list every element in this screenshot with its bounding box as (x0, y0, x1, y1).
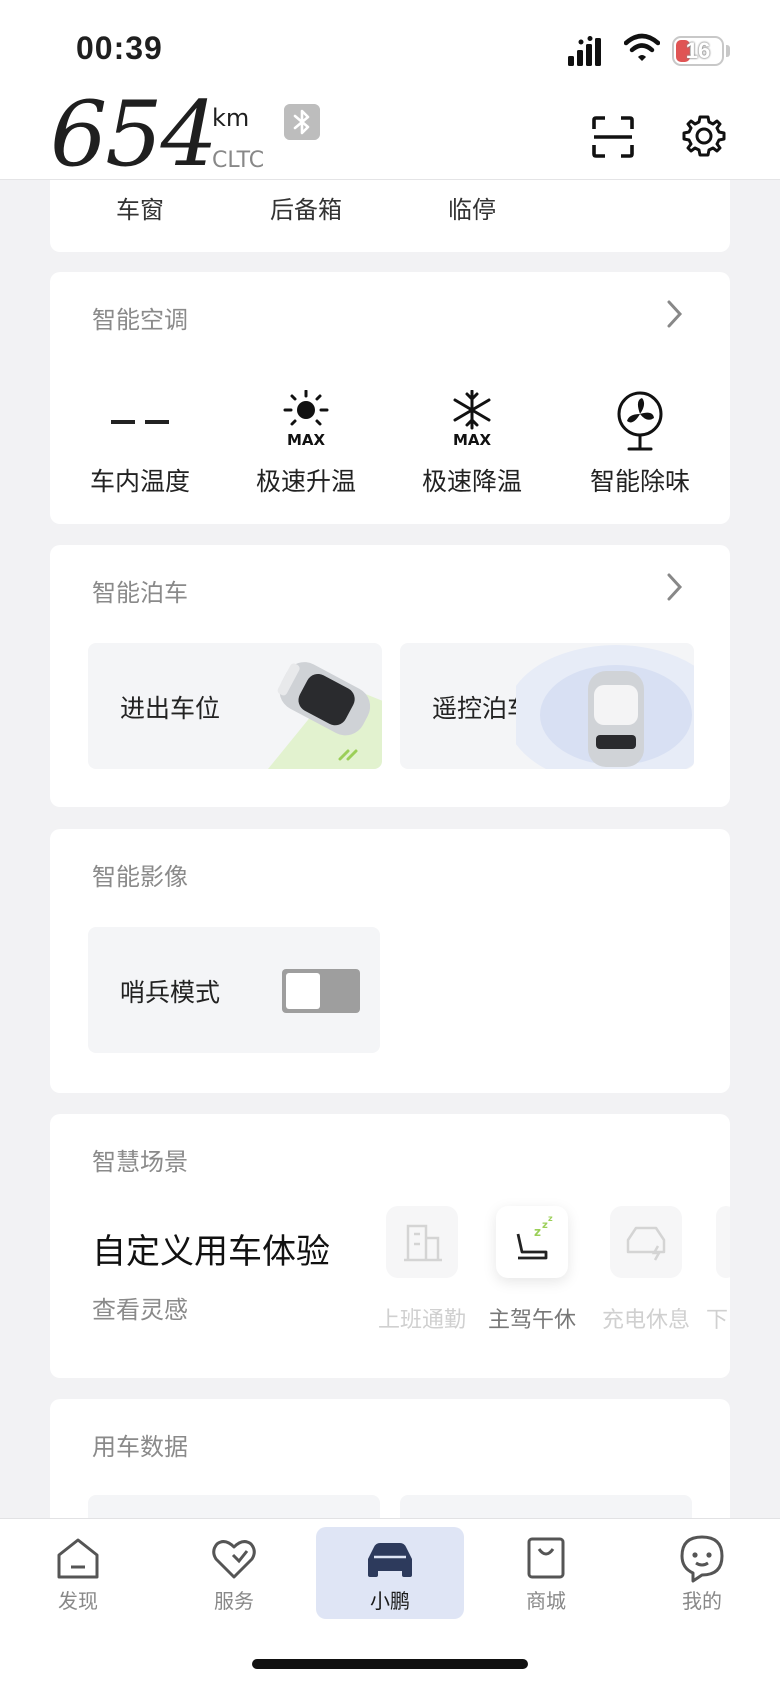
tab-mine-label: 我的 (682, 1589, 722, 1613)
cabin-temp-label: 车内温度 (89, 467, 190, 496)
range-standard: CLTC (212, 148, 265, 173)
scenes-sub-link[interactable]: 查看灵感 (92, 1290, 188, 1325)
quick-cool-label: 极速降温 (421, 467, 522, 496)
scenes-title: 智慧场景 (92, 1148, 188, 1176)
top-header: 00:39 16 654 km CLTC (0, 0, 780, 180)
bottom-tab-bar: 发现 服务 小鹏 商城 我的 (0, 1518, 780, 1688)
sentry-mode-tile: 哨兵模式 (88, 927, 380, 1053)
sentry-mode-toggle[interactable] (282, 969, 360, 1013)
svg-text:z: z (548, 1214, 553, 1223)
tab-service[interactable]: 服务 (160, 1533, 308, 1625)
nap-scene-button[interactable]: z z z (496, 1206, 568, 1278)
deodorize-label: 智能除味 (589, 467, 690, 496)
cabin-temp-item[interactable] (70, 390, 210, 450)
car-parking-illustration (268, 662, 382, 769)
tab-xpeng[interactable]: 小鹏 (316, 1527, 464, 1619)
tab-store[interactable]: 商城 (472, 1533, 620, 1625)
parking-card: 智能泊车 进出车位 遥控泊车 (50, 545, 730, 807)
imaging-title: 智能影像 (92, 863, 188, 891)
tab-store-label: 商城 (526, 1589, 566, 1613)
parking-title[interactable]: 智能泊车 (92, 573, 188, 608)
svg-text:z: z (534, 1225, 541, 1239)
seat-sleep-icon: z z z (516, 1214, 553, 1260)
quick-heat-label: 极速升温 (255, 467, 356, 496)
scenes-headline[interactable]: 自定义用车体验 (92, 1224, 330, 1273)
tab-xpeng-label: 小鹏 (370, 1589, 410, 1613)
car-charging-icon (626, 1226, 666, 1261)
toggle-knob (286, 973, 320, 1009)
battery-tip (726, 45, 730, 57)
temperature-dash-icon (111, 420, 169, 424)
commute-scene-label: 上班通勤 (377, 1308, 466, 1333)
svg-text:MAX: MAX (287, 431, 326, 449)
remote-car-illustration (516, 645, 694, 769)
quick-heat-item[interactable]: MAX (236, 390, 376, 450)
shopping-bag-icon (527, 1537, 565, 1579)
deodorize-item[interactable] (570, 390, 710, 454)
fan-icon (617, 391, 663, 451)
commute-scene-button[interactable] (386, 1206, 458, 1278)
car-icon (368, 1543, 412, 1577)
sentry-mode-label: 哨兵模式 (120, 978, 221, 1007)
imaging-card: 智能影像 哨兵模式 (50, 829, 730, 1093)
range-unit: km (212, 104, 250, 132)
bluetooth-icon[interactable] (284, 104, 320, 140)
home-icon (57, 1538, 99, 1579)
chevron-right-icon[interactable] (664, 298, 684, 330)
charge-rest-scene-button[interactable] (610, 1206, 682, 1278)
tab-discover[interactable]: 发现 (4, 1533, 152, 1625)
settings-gear-icon[interactable] (682, 114, 726, 158)
scan-icon[interactable] (592, 116, 634, 158)
auto-park-tile[interactable]: 进出车位 (88, 643, 382, 769)
chevron-right-icon[interactable] (664, 571, 684, 603)
home-indicator[interactable] (252, 1659, 528, 1669)
wifi-icon (624, 33, 660, 61)
tab-service-label: 服务 (214, 1589, 254, 1613)
charge-rest-scene-label: 充电休息 (601, 1308, 690, 1333)
svg-text:MAX: MAX (453, 431, 492, 449)
cellular-signal-icon (568, 36, 601, 66)
scenes-card: 智慧场景 自定义用车体验 查看灵感 上班通勤 z z z 主驾午休 充电休息 下 (50, 1114, 730, 1378)
next-scene-button[interactable] (716, 1206, 730, 1278)
auto-park-label: 进出车位 (120, 694, 221, 723)
snowflake-max-icon: MAX (453, 390, 492, 449)
climate-card: 智能空调 车内温度 MAX 极速升温 MAX 极速降温 智能除味 (50, 272, 730, 524)
tab-discover-label: 发现 (58, 1589, 98, 1613)
range-value: 654 (50, 82, 218, 187)
usage-title: 用车数据 (92, 1433, 188, 1461)
nap-scene-label: 主驾午休 (487, 1308, 576, 1333)
status-time: 00:39 (76, 30, 163, 66)
remote-park-tile[interactable]: 遥控泊车 (400, 643, 694, 769)
battery-indicator: 16 (672, 36, 724, 66)
office-building-icon (404, 1224, 442, 1262)
next-scene-label: 下 (706, 1308, 729, 1333)
temp-stop-control[interactable]: 临停 (448, 190, 496, 225)
quick-cool-item[interactable]: MAX (402, 390, 542, 450)
heart-icon (212, 1540, 256, 1579)
window-control[interactable]: 车窗 (116, 190, 164, 225)
trunk-control[interactable]: 后备箱 (270, 190, 342, 225)
smiley-chat-icon (680, 1535, 724, 1583)
battery-percent: 16 (685, 38, 711, 63)
climate-title[interactable]: 智能空调 (92, 300, 188, 335)
tab-mine[interactable]: 我的 (628, 1533, 776, 1625)
sun-max-icon: MAX (283, 390, 329, 449)
